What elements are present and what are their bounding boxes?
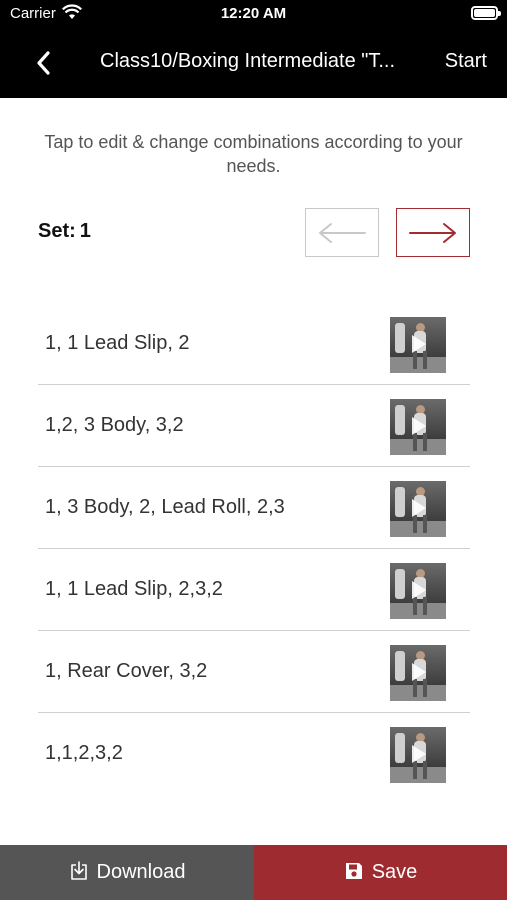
video-thumbnail[interactable]	[390, 645, 446, 701]
save-button[interactable]: Save	[254, 845, 507, 900]
instruction-text: Tap to edit & change combinations accord…	[44, 132, 463, 176]
save-label: Save	[371, 861, 418, 883]
combination-text: 1, 1 Lead Slip, 2,3,2	[45, 578, 223, 600]
top-bar: Carrier 12:20 AM Class10/Boxing Intermed…	[0, 0, 507, 98]
combination-text: 1,2, 3 Body, 3,2	[45, 414, 184, 436]
play-icon	[412, 663, 426, 681]
battery-icon	[471, 6, 501, 20]
status-bar: Carrier 12:20 AM	[0, 0, 507, 28]
combination-text: 1, Rear Cover, 3,2	[45, 660, 208, 682]
video-thumbnail[interactable]	[390, 399, 446, 455]
download-button[interactable]: Download	[0, 845, 254, 900]
download-label: Download	[96, 861, 186, 883]
play-icon	[412, 745, 426, 763]
combination-row[interactable]: 1, 3 Body, 2, Lead Roll, 2,3	[38, 467, 470, 549]
play-icon	[412, 417, 426, 435]
page-title: Class10/Boxing Intermediate "T...	[100, 50, 396, 72]
start-button[interactable]: Start	[445, 50, 487, 73]
set-number: 1	[79, 220, 91, 242]
combination-row[interactable]: 1, Rear Cover, 3,2	[38, 631, 470, 713]
combination-list: 1, 1 Lead Slip, 2 1,2, 3 Body, 3,2 1, 3 …	[38, 303, 470, 795]
combination-text: 1,1,2,3,2	[45, 742, 123, 764]
bottom-action-bar: Download Save	[0, 845, 507, 900]
download-icon	[70, 861, 87, 880]
set-label: Set: 1	[38, 220, 91, 243]
arrow-left-icon	[319, 223, 366, 243]
combination-row[interactable]: 1,1,2,3,2	[38, 713, 470, 795]
video-thumbnail[interactable]	[390, 727, 446, 783]
play-icon	[412, 335, 426, 353]
navigation-bar: Class10/Boxing Intermediate "T... Start	[0, 28, 507, 98]
combination-row[interactable]: 1, 1 Lead Slip, 2,3,2	[38, 549, 470, 631]
clock: 12:20 AM	[220, 5, 287, 22]
previous-set-button[interactable]	[305, 208, 379, 257]
combination-row[interactable]: 1,2, 3 Body, 3,2	[38, 385, 470, 467]
video-thumbnail[interactable]	[390, 481, 446, 537]
video-thumbnail[interactable]	[390, 563, 446, 619]
chevron-left-icon[interactable]	[28, 46, 62, 80]
next-set-button[interactable]	[396, 208, 470, 257]
play-icon	[412, 499, 426, 517]
video-thumbnail[interactable]	[390, 317, 446, 373]
arrow-right-icon	[409, 223, 456, 243]
floppy-disk-icon	[345, 863, 362, 879]
combination-text: 1, 1 Lead Slip, 2	[45, 332, 190, 354]
combination-text: 1, 3 Body, 2, Lead Roll, 2,3	[45, 496, 285, 518]
play-icon	[412, 581, 426, 599]
set-label-text: Set:	[38, 220, 76, 242]
combination-row[interactable]: 1, 1 Lead Slip, 2	[38, 303, 470, 385]
